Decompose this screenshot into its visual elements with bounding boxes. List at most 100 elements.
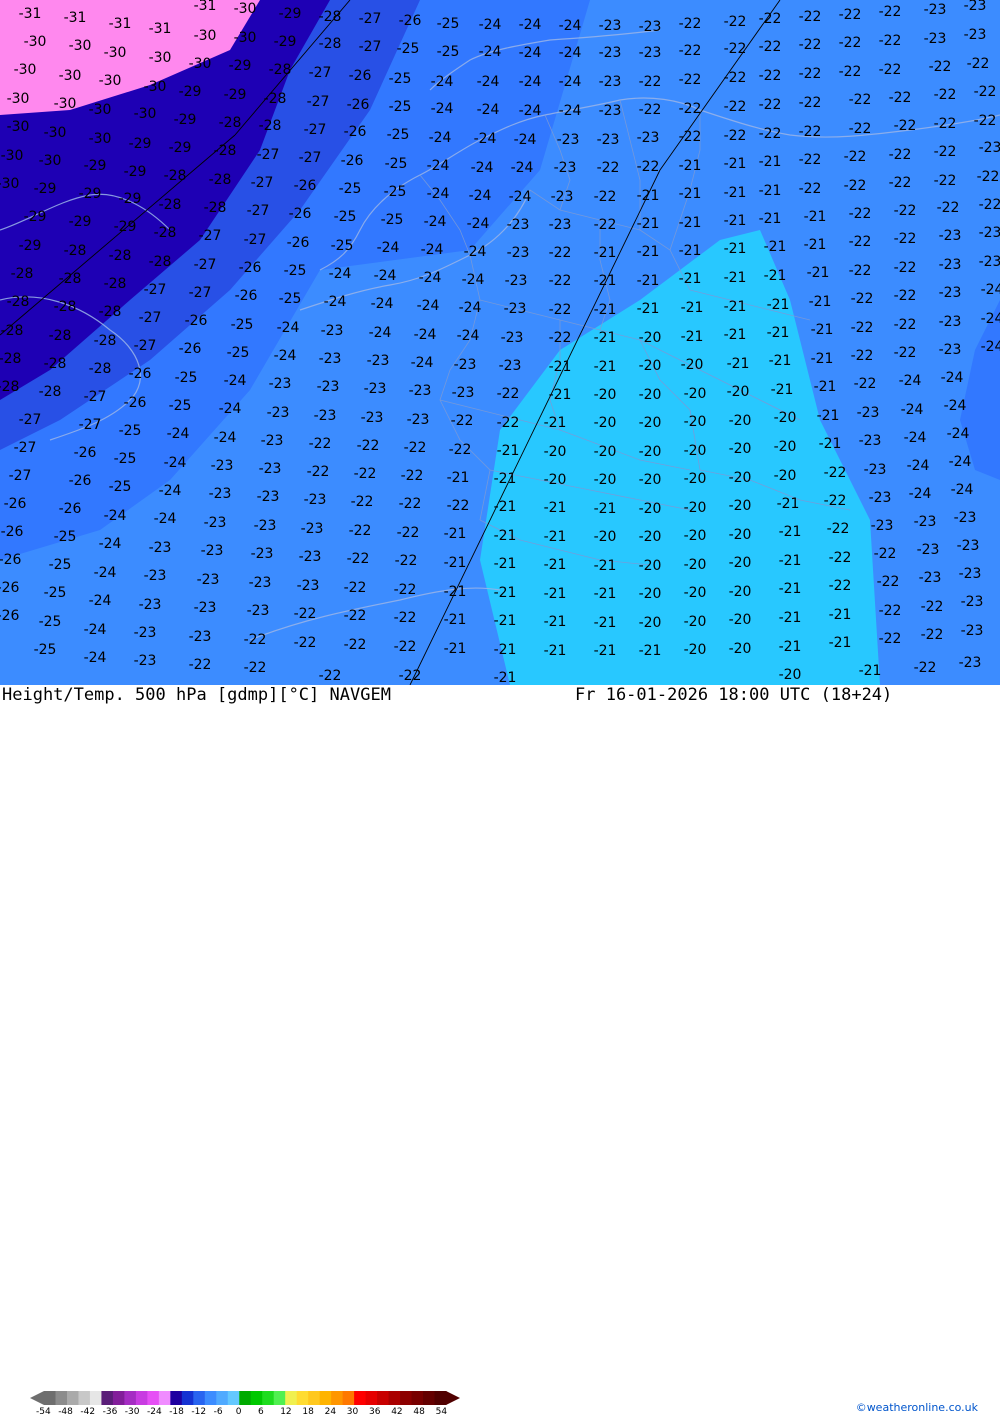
isotherm-label: -28: [94, 333, 117, 349]
isotherm-label: -21: [779, 610, 802, 626]
isotherm-label: -24: [899, 373, 922, 389]
isotherm-label: -22: [294, 635, 317, 651]
isotherm-label: -23: [551, 189, 574, 205]
isotherm-label: -25: [119, 423, 142, 439]
isotherm-label: -20: [639, 586, 662, 602]
legend-tick-label: 0: [235, 1407, 242, 1417]
isotherm-label: -22: [759, 39, 782, 55]
isotherm-label: -21: [811, 351, 834, 367]
isotherm-label: -22: [829, 550, 852, 566]
isotherm-label: -28: [99, 304, 122, 320]
isotherm-label: -22: [724, 99, 747, 115]
isotherm-label: -28: [49, 328, 72, 344]
isotherm-label: -23: [939, 342, 962, 358]
isotherm-label: -28: [149, 254, 172, 270]
isotherm-label: -22: [894, 345, 917, 361]
isotherm-label: -21: [859, 663, 882, 679]
isotherm-label: -23: [507, 217, 530, 233]
isotherm-label: -22: [497, 386, 520, 402]
isotherm-label: -25: [114, 451, 137, 467]
isotherm-label: -21: [594, 330, 617, 346]
isotherm-label: -21: [594, 643, 617, 659]
legend-swatch: [204, 1391, 217, 1405]
isotherm-label: -21: [594, 558, 617, 574]
isotherm-label: -23: [919, 570, 942, 586]
isotherm-label: -25: [385, 156, 408, 172]
isotherm-label: -21: [679, 186, 702, 202]
isotherm-label: -24: [519, 74, 542, 90]
isotherm-label: -21: [594, 586, 617, 602]
legend-tick-label: 48: [413, 1407, 425, 1417]
isotherm-label: -23: [139, 597, 162, 613]
isotherm-label: -22: [594, 189, 617, 205]
isotherm-label: -22: [894, 231, 917, 247]
isotherm-label: -20: [729, 612, 752, 628]
isotherm-label: -24: [224, 373, 247, 389]
isotherm-label: -22: [244, 660, 267, 676]
isotherm-label: -28: [264, 91, 287, 107]
legend-swatch: [377, 1391, 390, 1405]
isotherm-label: -30: [0, 176, 19, 192]
isotherm-label: -20: [729, 527, 752, 543]
isotherm-label: -23: [939, 285, 962, 301]
isotherm-label: -26: [129, 366, 152, 382]
legend-swatch: [273, 1391, 286, 1405]
isotherm-label: -23: [917, 542, 940, 558]
isotherm-label: -28: [159, 197, 182, 213]
isotherm-label: -25: [387, 127, 410, 143]
isotherm-label: -21: [444, 612, 467, 628]
legend-swatch: [227, 1391, 240, 1405]
isotherm-label: -26: [344, 124, 367, 140]
legend-swatch: [170, 1391, 183, 1405]
isotherm-label: -23: [301, 521, 324, 537]
isotherm-label: -23: [914, 514, 937, 530]
isotherm-label: -21: [679, 158, 702, 174]
isotherm-label: -29: [229, 58, 252, 74]
isotherm-label: -20: [639, 501, 662, 517]
isotherm-label: -20: [729, 555, 752, 571]
isotherm-label: -27: [9, 468, 32, 484]
isotherm-label: -24: [479, 44, 502, 60]
isotherm-label: -29: [24, 209, 47, 225]
isotherm-label: -26: [74, 445, 97, 461]
isotherm-label: -24: [417, 298, 440, 314]
isotherm-label: -22: [824, 493, 847, 509]
isotherm-label: -30: [24, 34, 47, 50]
isotherm-label: -23: [249, 575, 272, 591]
isotherm-label: -21: [679, 271, 702, 287]
isotherm-label: -22: [827, 521, 850, 537]
isotherm-label: -22: [724, 41, 747, 57]
isotherm-label: -22: [879, 631, 902, 647]
legend-swatch: [434, 1391, 447, 1405]
isotherm-label: -28: [109, 248, 132, 264]
legend-swatch: [44, 1391, 56, 1405]
isotherm-label: -24: [369, 325, 392, 341]
legend-swatch: [331, 1391, 344, 1405]
isotherm-label: -22: [724, 14, 747, 30]
isotherm-label: -22: [879, 603, 902, 619]
isotherm-label: -27: [359, 11, 382, 27]
isotherm-label: -22: [934, 144, 957, 160]
isotherm-label: -28: [59, 271, 82, 287]
credit-link[interactable]: ©weatheronline.co.uk: [856, 1401, 978, 1414]
isotherm-label: -23: [961, 594, 984, 610]
isotherm-label: -30: [59, 68, 82, 84]
isotherm-label: -20: [544, 472, 567, 488]
isotherm-label: -21: [594, 615, 617, 631]
isotherm-label: -22: [394, 639, 417, 655]
isotherm-label: -23: [979, 225, 1000, 241]
isotherm-label: -23: [261, 433, 284, 449]
isotherm-label: -24: [84, 650, 107, 666]
isotherm-label: -27: [199, 228, 222, 244]
isotherm-label: -25: [279, 291, 302, 307]
legend-swatch: [423, 1391, 436, 1405]
isotherm-label: -22: [844, 178, 867, 194]
isotherm-label: -21: [594, 359, 617, 375]
legend-swatch: [262, 1391, 275, 1405]
legend-swatch: [66, 1391, 79, 1405]
isotherm-label: -24: [159, 483, 182, 499]
isotherm-label: -24: [519, 45, 542, 61]
isotherm-label: -21: [494, 556, 517, 572]
isotherm-label: -29: [169, 140, 192, 156]
isotherm-label: -30: [7, 119, 30, 135]
